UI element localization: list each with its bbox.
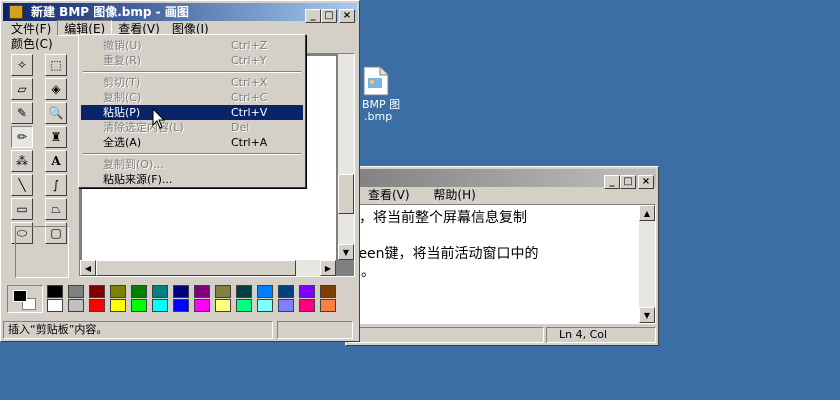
palette-swatch[interactable] bbox=[299, 285, 315, 298]
palette-swatch[interactable] bbox=[131, 299, 147, 312]
palette-swatch[interactable] bbox=[131, 285, 147, 298]
fill-bucket-icon[interactable]: ◈ bbox=[45, 78, 67, 100]
notepad-vscrollbar[interactable]: ▲ ▼ bbox=[639, 205, 655, 323]
palette-swatch[interactable] bbox=[110, 299, 126, 312]
paint-app-icon bbox=[9, 5, 23, 19]
scroll-left-button[interactable]: ◀ bbox=[80, 260, 96, 276]
cursor-position: Ln 4, Col bbox=[546, 327, 656, 343]
palette-swatch[interactable] bbox=[68, 285, 84, 298]
menu-item-copy[interactable]: 复制(C) Ctrl+C bbox=[81, 90, 303, 105]
tool-options-box[interactable] bbox=[15, 226, 69, 278]
menu-separator bbox=[83, 153, 301, 155]
menu-file[interactable]: 文件(F) bbox=[5, 21, 57, 37]
palette-swatch[interactable] bbox=[110, 285, 126, 298]
vertical-scrollbar[interactable]: ▼ bbox=[338, 54, 354, 260]
notepad-statusbar: Ln 4, Col bbox=[348, 327, 656, 343]
airbrush-icon[interactable]: ⁂ bbox=[11, 150, 33, 172]
polygon-icon[interactable]: ⏢ bbox=[45, 198, 67, 220]
notepad-text-line: 。 bbox=[361, 264, 375, 280]
scroll-down-button[interactable]: ▼ bbox=[338, 244, 354, 260]
palette-swatch[interactable] bbox=[194, 285, 210, 298]
palette-swatch[interactable] bbox=[257, 299, 273, 312]
bitmap-file-icon bbox=[363, 66, 389, 96]
eraser-icon[interactable]: ▱ bbox=[11, 78, 33, 100]
palette-swatch[interactable] bbox=[236, 285, 252, 298]
magnifier-icon[interactable]: 🔍 bbox=[45, 102, 67, 124]
menu-item-copy-to[interactable]: 复制到(O)... bbox=[81, 157, 303, 172]
scroll-thumb[interactable] bbox=[96, 260, 296, 276]
line-icon[interactable]: ╲ bbox=[11, 174, 33, 196]
scroll-up-button[interactable]: ▲ bbox=[639, 205, 655, 221]
palette-swatch[interactable] bbox=[194, 299, 210, 312]
palette-swatch[interactable] bbox=[278, 299, 294, 312]
close-button[interactable]: × bbox=[638, 175, 654, 189]
curve-icon[interactable]: ∫ bbox=[45, 174, 67, 196]
notepad-text-line: ，将当前整个屏幕信息复制 bbox=[359, 210, 527, 226]
menu-item-undo[interactable]: 撤销(U) Ctrl+Z bbox=[81, 38, 303, 53]
notepad-text-line: reen键，将当前活动窗口中的 bbox=[353, 246, 539, 262]
edit-menu-dropdown: 撤销(U) Ctrl+Z 重复(R) Ctrl+Y 剪切(T) Ctrl+X 复制(C… bbox=[78, 34, 306, 188]
notepad-titlebar: _ □ × bbox=[348, 169, 656, 189]
palette-swatch[interactable] bbox=[173, 299, 189, 312]
horizontal-scrollbar[interactable]: ◀ ▶ bbox=[80, 260, 336, 276]
primary-color[interactable] bbox=[13, 290, 27, 302]
palette-swatch[interactable] bbox=[89, 299, 105, 312]
palette-swatch[interactable] bbox=[215, 285, 231, 298]
menu-colors[interactable]: 颜色(C) bbox=[5, 36, 59, 52]
notepad-menubar: 查看(V) 帮助(H) bbox=[362, 187, 482, 203]
menu-separator bbox=[83, 71, 301, 73]
paint-menubar-row2: 颜色(C) bbox=[5, 36, 59, 52]
notepad-menu-help[interactable]: 帮助(H) bbox=[427, 187, 481, 203]
menu-item-select-all[interactable]: 全选(A) Ctrl+A bbox=[81, 135, 303, 150]
minimize-button[interactable]: _ bbox=[604, 175, 620, 189]
palette-swatch[interactable] bbox=[47, 299, 63, 312]
rectangle-icon[interactable]: ▭ bbox=[11, 198, 33, 220]
scroll-thumb[interactable] bbox=[338, 174, 354, 214]
maximize-button[interactable]: □ bbox=[620, 175, 636, 189]
free-select-icon[interactable]: ✧ bbox=[11, 54, 33, 76]
notepad-window: _ □ × 查看(V) 帮助(H) ，将当前整个屏幕信息复制 reen键，将当前活动… bbox=[345, 166, 659, 346]
status-text: 插入“剪贴板”内容。 bbox=[3, 321, 273, 339]
palette-swatch[interactable] bbox=[152, 285, 168, 298]
palette-swatch[interactable] bbox=[278, 285, 294, 298]
palette-swatch[interactable] bbox=[299, 299, 315, 312]
pencil-icon[interactable]: ✏ bbox=[11, 126, 33, 148]
palette-swatch[interactable] bbox=[47, 285, 63, 298]
palette bbox=[47, 285, 336, 312]
toolbox: ✧ ⬚ ▱ ◈ ✎ 🔍 ✏ ♜ ⁂ A ╲ ∫ ▭ ⏢ ⬭ ▢ bbox=[9, 54, 75, 280]
mouse-cursor-icon bbox=[152, 108, 166, 129]
palette-swatch[interactable] bbox=[257, 285, 273, 298]
paint-title: 新建 BMP 图像.bmp - 画图 bbox=[31, 5, 189, 19]
palette-swatch[interactable] bbox=[320, 299, 336, 312]
desktop-bmp-icon[interactable]: BMP 图 .bmp bbox=[352, 66, 422, 126]
palette-swatch[interactable] bbox=[89, 285, 105, 298]
palette-swatch[interactable] bbox=[236, 299, 252, 312]
menu-item-clear-selection[interactable]: 清除选定内容(L) Del bbox=[81, 120, 303, 135]
notepad-text-area[interactable]: ，将当前整个屏幕信息复制 reen键，将当前活动窗口中的 。 ▲ ▼ bbox=[348, 204, 656, 324]
palette-swatch[interactable] bbox=[173, 285, 189, 298]
palette-swatch[interactable] bbox=[152, 299, 168, 312]
text-icon[interactable]: A bbox=[45, 150, 67, 172]
menu-item-paste[interactable]: 粘贴(P) Ctrl+V bbox=[81, 105, 303, 120]
notepad-menu-view[interactable]: 查看(V) bbox=[362, 187, 416, 203]
palette-swatch[interactable] bbox=[68, 299, 84, 312]
scroll-down-button[interactable]: ▼ bbox=[639, 307, 655, 323]
menu-item-cut[interactable]: 剪切(T) Ctrl+X bbox=[81, 75, 303, 90]
paint-statusbar: 插入“剪贴板”内容。 bbox=[3, 321, 357, 339]
desktop-icon-label-2: .bmp bbox=[364, 110, 393, 123]
color-box bbox=[5, 283, 345, 315]
color-picker-icon[interactable]: ✎ bbox=[11, 102, 33, 124]
scroll-right-button[interactable]: ▶ bbox=[320, 260, 336, 276]
current-colors[interactable] bbox=[7, 285, 43, 313]
paint-titlebar: 新建 BMP 图像.bmp - 画图 _ □ × bbox=[3, 3, 357, 23]
palette-swatch[interactable] bbox=[320, 285, 336, 298]
menu-item-paste-from[interactable]: 粘贴来源(F)... bbox=[81, 172, 303, 187]
menu-item-redo[interactable]: 重复(R) Ctrl+Y bbox=[81, 53, 303, 68]
palette-swatch[interactable] bbox=[215, 299, 231, 312]
brush-icon[interactable]: ♜ bbox=[45, 126, 67, 148]
rect-select-icon[interactable]: ⬚ bbox=[45, 54, 67, 76]
